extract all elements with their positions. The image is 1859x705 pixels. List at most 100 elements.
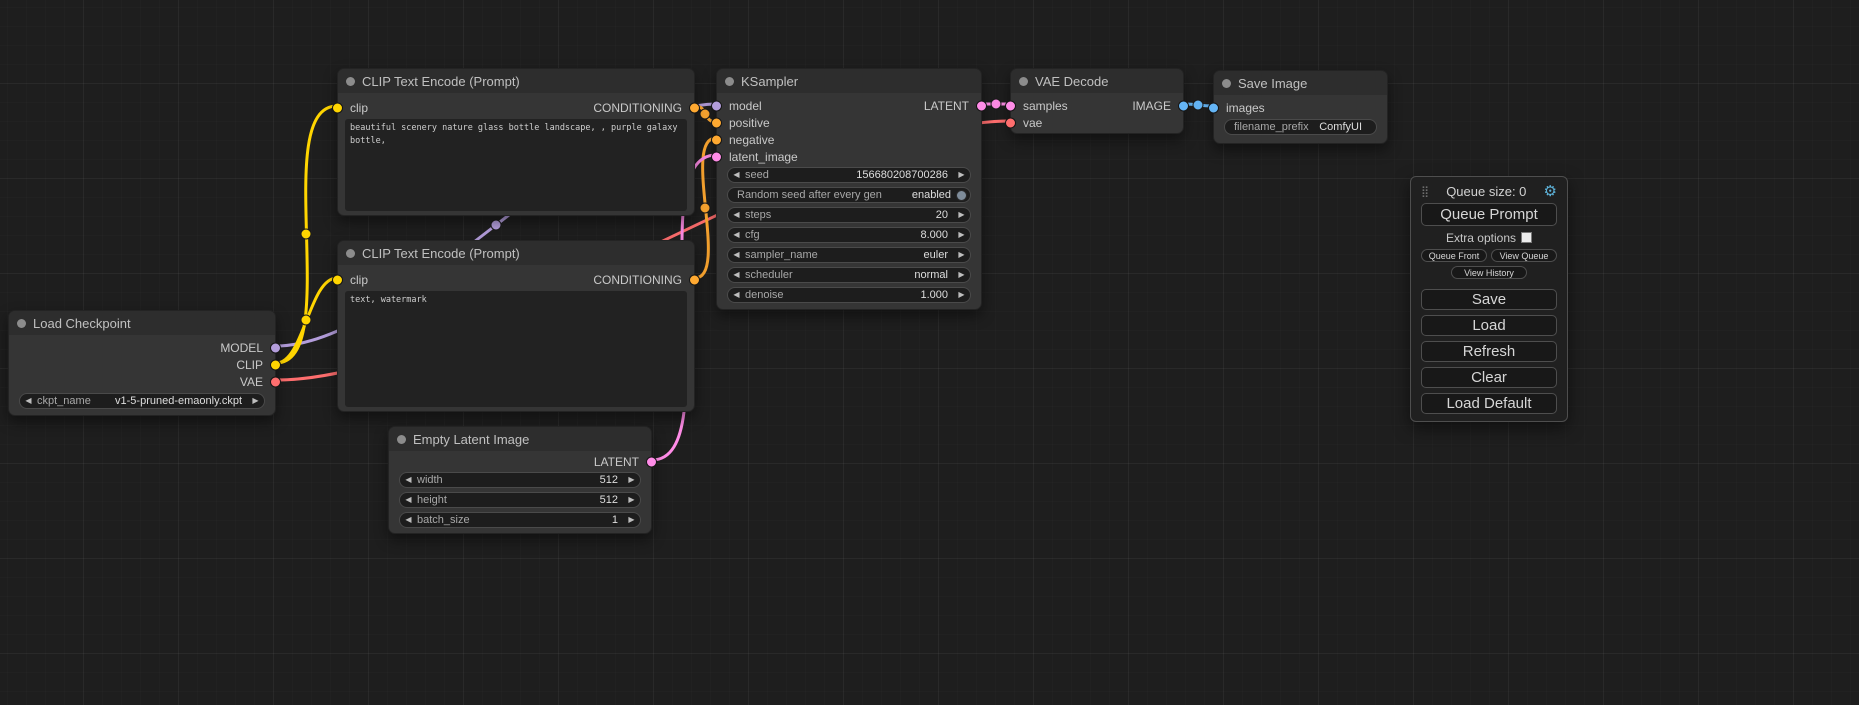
decrement-icon[interactable]: ◀ <box>728 288 745 302</box>
decrement-icon[interactable]: ◀ <box>728 228 745 242</box>
input-slot-clip[interactable] <box>332 274 343 285</box>
increment-icon[interactable]: ▶ <box>623 493 640 507</box>
input-slot-images[interactable] <box>1208 102 1219 113</box>
increment-icon[interactable]: ▶ <box>623 473 640 487</box>
increment-icon[interactable]: ▶ <box>623 513 640 527</box>
clear-button[interactable]: Clear <box>1421 367 1557 388</box>
node-ksampler[interactable]: KSampler model LATENT positive negative … <box>716 68 982 310</box>
node-titlebar[interactable]: CLIP Text Encode (Prompt) <box>338 241 694 265</box>
node-vae-decode[interactable]: VAE Decode samples IMAGE vae <box>1010 68 1184 134</box>
decrement-icon[interactable]: ◀ <box>728 248 745 262</box>
increment-icon[interactable]: ▶ <box>953 268 970 282</box>
widget-cfg[interactable]: ◀ cfg 8.000 ▶ <box>727 227 971 243</box>
widget-filename-prefix[interactable]: filename_prefix ComfyUI <box>1224 119 1377 135</box>
input-slot-latent-image[interactable] <box>711 151 722 162</box>
input-slot-clip[interactable] <box>332 102 343 113</box>
output-label-latent: LATENT <box>924 99 969 113</box>
output-slot-conditioning[interactable] <box>689 102 700 113</box>
decrement-icon[interactable]: ◀ <box>400 473 417 487</box>
queue-prompt-button[interactable]: Queue Prompt <box>1421 203 1557 226</box>
widget-sampler-name[interactable]: ◀ sampler_name euler ▶ <box>727 247 971 263</box>
widget-random-seed-toggle[interactable]: Random seed after every gen enabled <box>727 187 971 203</box>
output-slot-image[interactable] <box>1178 100 1189 111</box>
node-load-checkpoint[interactable]: Load Checkpoint MODEL CLIP VAE ◀ ckpt_na… <box>8 310 276 416</box>
widget-batch-size[interactable]: ◀ batch_size 1 ▶ <box>399 512 641 528</box>
queue-front-button[interactable]: Queue Front <box>1421 249 1487 262</box>
input-slot-vae[interactable] <box>1005 117 1016 128</box>
decrement-icon[interactable]: ◀ <box>728 208 745 222</box>
input-slot-negative[interactable] <box>711 134 722 145</box>
widget-value: 512 <box>600 474 623 486</box>
refresh-button[interactable]: Refresh <box>1421 341 1557 362</box>
node-graph-canvas[interactable]: Load Checkpoint MODEL CLIP VAE ◀ ckpt_na… <box>0 0 1859 705</box>
collapse-dot-icon[interactable] <box>725 77 734 86</box>
input-slot-samples[interactable] <box>1005 100 1016 111</box>
prompt-textarea[interactable]: beautiful scenery nature glass bottle la… <box>345 119 687 211</box>
node-empty-latent-image[interactable]: Empty Latent Image LATENT ◀ width 512 ▶ … <box>388 426 652 534</box>
node-titlebar[interactable]: VAE Decode <box>1011 69 1183 93</box>
increment-icon[interactable]: ▶ <box>953 168 970 182</box>
slot-row: samples IMAGE <box>1011 97 1183 114</box>
collapse-dot-icon[interactable] <box>346 249 355 258</box>
widget-ckpt-name[interactable]: ◀ ckpt_name v1-5-pruned-emaonly.ckpt ▶ <box>19 393 265 409</box>
input-label-clip: clip <box>350 101 368 115</box>
widget-value: 512 <box>600 494 623 506</box>
input-slot-positive[interactable] <box>711 117 722 128</box>
collapse-dot-icon[interactable] <box>17 319 26 328</box>
node-titlebar[interactable]: KSampler <box>717 69 981 93</box>
output-label-clip: CLIP <box>236 358 263 372</box>
output-slot-latent[interactable] <box>976 100 987 111</box>
slot-row: model LATENT <box>717 97 981 114</box>
input-label-clip: clip <box>350 273 368 287</box>
save-button[interactable]: Save <box>1421 289 1557 310</box>
node-titlebar[interactable]: Load Checkpoint <box>9 311 275 335</box>
increment-icon[interactable]: ▶ <box>953 248 970 262</box>
decrement-icon[interactable]: ◀ <box>728 268 745 282</box>
node-titlebar[interactable]: CLIP Text Encode (Prompt) <box>338 69 694 93</box>
decrement-icon[interactable]: ◀ <box>400 493 417 507</box>
output-slot-latent[interactable] <box>646 456 657 467</box>
output-slot-model[interactable] <box>270 342 281 353</box>
widget-height[interactable]: ◀ height 512 ▶ <box>399 492 641 508</box>
decrement-icon[interactable]: ◀ <box>400 513 417 527</box>
collapse-dot-icon[interactable] <box>1019 77 1028 86</box>
slot-row: LATENT <box>389 453 651 470</box>
widget-width[interactable]: ◀ width 512 ▶ <box>399 472 641 488</box>
increment-icon[interactable]: ▶ <box>953 288 970 302</box>
node-title: Save Image <box>1238 76 1307 91</box>
drag-handle-icon[interactable]: ⣿ <box>1421 185 1429 198</box>
input-slot-model[interactable] <box>711 100 722 111</box>
view-queue-button[interactable]: View Queue <box>1491 249 1557 262</box>
load-default-button[interactable]: Load Default <box>1421 393 1557 414</box>
node-clip-text-encode-positive[interactable]: CLIP Text Encode (Prompt) clip CONDITION… <box>337 68 695 216</box>
settings-gear-icon[interactable]: ⚙ <box>1544 184 1557 199</box>
node-save-image[interactable]: Save Image images filename_prefix ComfyU… <box>1213 70 1388 144</box>
output-slot-vae[interactable] <box>270 376 281 387</box>
node-titlebar[interactable]: Save Image <box>1214 71 1387 95</box>
increment-icon[interactable]: ▶ <box>953 208 970 222</box>
slot-row: vae <box>1011 114 1183 131</box>
widget-scheduler[interactable]: ◀ scheduler normal ▶ <box>727 267 971 283</box>
slot-row: clip CONDITIONING <box>338 99 694 116</box>
widget-steps[interactable]: ◀ steps 20 ▶ <box>727 207 971 223</box>
widget-seed[interactable]: ◀ seed 156680208700286 ▶ <box>727 167 971 183</box>
output-slot-conditioning[interactable] <box>689 274 700 285</box>
node-titlebar[interactable]: Empty Latent Image <box>389 427 651 451</box>
increment-icon[interactable]: ▶ <box>247 394 264 408</box>
widget-value: normal <box>914 269 953 281</box>
node-clip-text-encode-negative[interactable]: CLIP Text Encode (Prompt) clip CONDITION… <box>337 240 695 412</box>
collapse-dot-icon[interactable] <box>1222 79 1231 88</box>
output-slot-clip[interactable] <box>270 359 281 370</box>
widget-denoise[interactable]: ◀ denoise 1.000 ▶ <box>727 287 971 303</box>
collapse-dot-icon[interactable] <box>346 77 355 86</box>
load-button[interactable]: Load <box>1421 315 1557 336</box>
view-history-button[interactable]: View History <box>1451 266 1527 279</box>
decrement-icon[interactable]: ◀ <box>20 394 37 408</box>
extra-options-checkbox[interactable] <box>1521 232 1532 243</box>
decrement-icon[interactable]: ◀ <box>728 168 745 182</box>
prompt-textarea[interactable]: text, watermark <box>345 291 687 407</box>
toggle-dot-icon[interactable] <box>956 190 967 201</box>
increment-icon[interactable]: ▶ <box>953 228 970 242</box>
queue-menu-panel[interactable]: ⣿ Queue size: 0 ⚙ Queue Prompt Extra opt… <box>1410 176 1568 422</box>
collapse-dot-icon[interactable] <box>397 435 406 444</box>
